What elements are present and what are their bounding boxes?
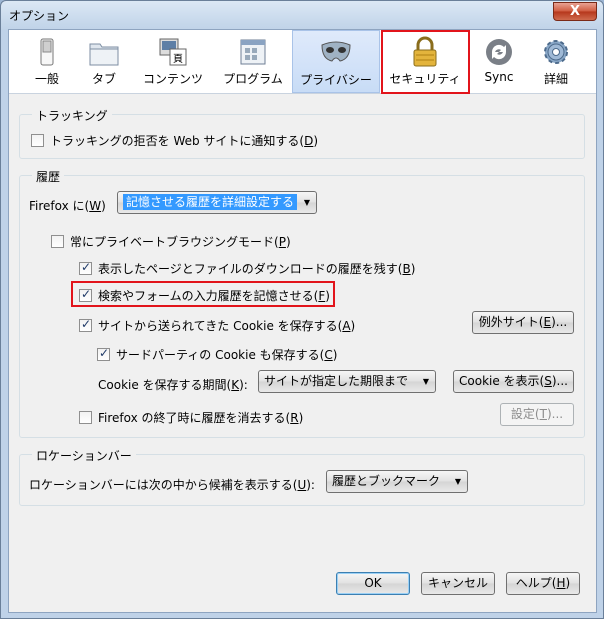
third-party-label: サードパーティの Cookie も保存する(C): [116, 348, 338, 362]
window-title: オプション: [9, 9, 70, 23]
chevron-down-icon: ▼: [454, 477, 461, 486]
help-button[interactable]: ヘルプ(H): [506, 572, 580, 595]
security-highlight: [381, 30, 470, 94]
suggest-select[interactable]: 履歴とブックマーク ▼: [326, 470, 468, 493]
folder-tabs-icon: [88, 36, 120, 68]
private-mode-row[interactable]: 常にプライベートブラウジングモード(P): [51, 233, 291, 250]
tracking-title: トラッキング: [32, 107, 112, 124]
sync-icon: [483, 36, 515, 68]
applications-icon: [237, 36, 269, 68]
show-cookies-button[interactable]: Cookie を表示(S)...: [453, 370, 574, 393]
gear-icon: [540, 36, 572, 68]
third-party-row[interactable]: サードパーティの Cookie も保存する(C): [97, 346, 337, 363]
keep-until-select[interactable]: サイトが指定した期限まで ▼: [258, 370, 436, 393]
history-title: 履歴: [32, 168, 65, 185]
dnt-label: トラッキングの拒否を Web サイトに通知する(D): [50, 134, 319, 148]
cancel-button[interactable]: キャンセル: [421, 572, 495, 595]
exceptions-button[interactable]: 例外サイト(E)...: [472, 311, 574, 334]
svg-text:頁: 頁: [173, 53, 183, 65]
close-button[interactable]: X: [553, 2, 597, 21]
clear-on-close-label: Firefox の終了時に履歴を消去する(R): [98, 411, 304, 425]
title-bar[interactable]: オプション X: [1, 1, 603, 29]
tab-general[interactable]: 一般: [21, 30, 73, 93]
clear-on-close-row[interactable]: Firefox の終了時に履歴を消去する(R): [79, 409, 303, 426]
chevron-down-icon: ▼: [303, 198, 310, 207]
dnt-checkbox[interactable]: [31, 134, 44, 147]
clear-settings-button[interactable]: 設定(T)...: [500, 403, 574, 426]
accept-cookies-row[interactable]: サイトから送られてきた Cookie を保存する(A): [79, 317, 355, 334]
browse-history-label: 表示したページとファイルのダウンロードの履歴を残す(B): [98, 262, 416, 276]
firefox-will-label: Firefox に(W): [29, 198, 106, 214]
private-mode-checkbox[interactable]: [51, 235, 64, 248]
location-bar-title: ロケーションバー: [32, 447, 136, 464]
form-history-highlight: [71, 281, 335, 307]
content-icon: 頁: [157, 36, 189, 68]
third-party-checkbox[interactable]: [97, 346, 110, 361]
accept-cookies-checkbox[interactable]: [79, 317, 92, 332]
options-window: オプション X 一般 タブ 頁 コンテンツ プログラム プライバシー セキュリテ…: [0, 0, 604, 619]
private-mode-label: 常にプライベートブラウジングモード(P): [70, 235, 291, 249]
keep-until-label: Cookie を保存する期間(K):: [98, 377, 248, 393]
accept-cookies-label: サイトから送られてきた Cookie を保存する(A): [98, 319, 356, 333]
tab-content[interactable]: 頁 コンテンツ: [135, 30, 211, 93]
browse-history-row[interactable]: 表示したページとファイルのダウンロードの履歴を残す(B): [79, 260, 415, 277]
switch-icon: [31, 36, 63, 68]
chevron-down-icon: ▼: [422, 377, 429, 386]
ok-button[interactable]: OK: [336, 572, 410, 595]
tab-privacy[interactable]: プライバシー: [292, 30, 380, 93]
tab-sync[interactable]: Sync: [471, 30, 527, 93]
dialog-client: 一般 タブ 頁 コンテンツ プログラム プライバシー セキュリティ Sync 詳…: [8, 29, 597, 613]
mask-icon: [320, 37, 352, 69]
pane-toolbar: 一般 タブ 頁 コンテンツ プログラム プライバシー セキュリティ Sync 詳…: [9, 30, 596, 94]
browse-history-checkbox[interactable]: [79, 260, 92, 275]
suggest-label: ロケーションバーには次の中から候補を表示する(U):: [29, 477, 315, 493]
tab-tabs[interactable]: タブ: [75, 30, 133, 93]
clear-on-close-checkbox[interactable]: [79, 411, 92, 424]
dnt-checkbox-row[interactable]: トラッキングの拒否を Web サイトに通知する(D): [31, 132, 318, 149]
tab-advanced[interactable]: 詳細: [529, 30, 583, 93]
history-mode-select[interactable]: 記憶させる履歴を詳細設定する ▼: [117, 191, 317, 214]
tab-applications[interactable]: プログラム: [215, 30, 291, 93]
